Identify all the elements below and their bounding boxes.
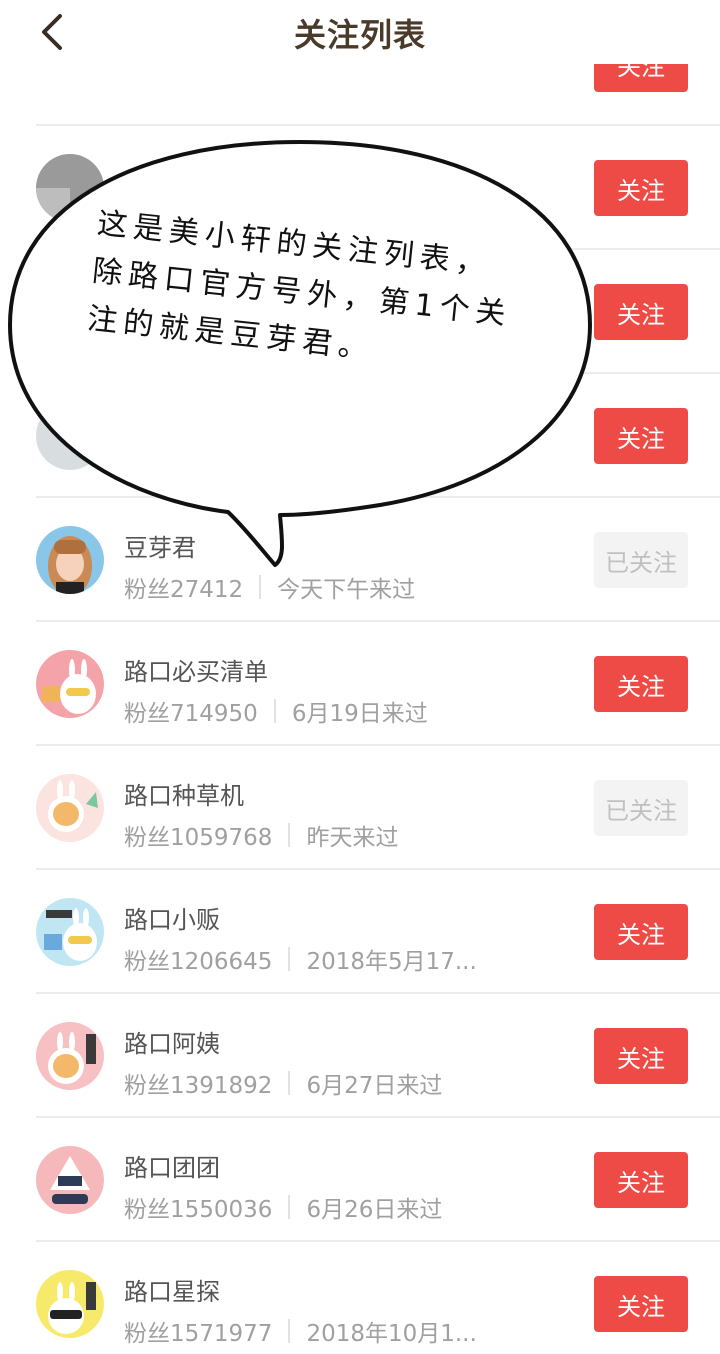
avatar xyxy=(36,1270,104,1338)
last-visit: 2018年5月17... xyxy=(306,949,477,975)
avatar xyxy=(36,154,104,222)
fans-count: 粉丝1550036 xyxy=(124,1197,273,1223)
list-item[interactable]: 路口必买清单 粉丝714950 6月19日来过 关注 xyxy=(0,622,720,746)
separator xyxy=(273,699,276,723)
avatar xyxy=(36,402,104,470)
user-name: 路口星探 xyxy=(124,1278,220,1306)
separator xyxy=(288,823,291,847)
list-item[interactable]: 路口阿姨 粉丝1391892 6月27日来过 关注 xyxy=(0,994,720,1118)
obscured-content xyxy=(300,150,332,190)
user-name: 路口小贩 xyxy=(124,906,220,934)
list-item[interactable]: 豆芽君 粉丝27412 今天下午来过 已关注 xyxy=(0,498,720,622)
user-name: 豆芽君 xyxy=(124,534,196,562)
list-item[interactable]: 路口星探 粉丝1571977 2018年10月1... 关注 xyxy=(0,1242,720,1354)
last-visit: 昨天来过 xyxy=(306,825,399,851)
user-meta: 粉丝1571977 2018年10月1... xyxy=(124,1314,477,1348)
last-visit: 6月27日来过 xyxy=(306,1073,443,1099)
list-item[interactable]: 路口小贩 粉丝1206645 2018年5月17... 关注 xyxy=(0,870,720,994)
user-meta: 粉丝1206645 2018年5月17... xyxy=(124,942,477,976)
list-item[interactable]: 路口团团 粉丝1550036 6月26日来过 关注 xyxy=(0,1118,720,1242)
last-visit: 6月26日来过 xyxy=(306,1197,443,1223)
user-name: 路口种草机 xyxy=(124,782,244,810)
fans-count: 粉丝1059768 xyxy=(124,825,273,851)
follow-button[interactable]: 关注 xyxy=(594,656,688,712)
avatar xyxy=(36,650,104,718)
user-name: 路口团团 xyxy=(124,1154,220,1182)
avatar xyxy=(36,526,104,594)
user-meta: 粉丝27412 今天下午来过 xyxy=(124,570,415,604)
header-bar: 关注列表 xyxy=(0,0,720,64)
last-visit: 6月19日来过 xyxy=(291,701,428,727)
avatar xyxy=(36,898,104,966)
list-item[interactable]: 关注 xyxy=(0,374,720,498)
follow-button[interactable]: 关注 xyxy=(594,904,688,960)
fans-count: 粉丝1571977 xyxy=(124,1321,273,1347)
user-meta: 粉丝1059768 昨天来过 xyxy=(124,818,398,852)
followed-button[interactable]: 已关注 xyxy=(594,532,688,588)
user-name: 路口必买清单 xyxy=(124,658,268,686)
fans-count: 粉丝1391892 xyxy=(124,1073,273,1099)
user-name: 路口阿姨 xyxy=(124,1030,220,1058)
follow-button[interactable]: 关注 xyxy=(594,284,688,340)
follow-button[interactable]: 关注 xyxy=(594,408,688,464)
separator xyxy=(288,1319,291,1343)
avatar xyxy=(36,1146,104,1214)
page-title: 关注列表 xyxy=(293,16,426,54)
user-meta: 粉丝1550036 6月26日来过 xyxy=(124,1190,442,1224)
user-meta: 粉丝1391892 6月27日来过 xyxy=(124,1066,442,1100)
follow-button[interactable]: 关注 xyxy=(594,1028,688,1084)
avatar xyxy=(36,774,104,842)
separator xyxy=(288,1195,291,1219)
obscured-content xyxy=(134,450,194,480)
follow-button[interactable]: 关注 xyxy=(594,1276,688,1332)
fans-count: 粉丝714950 xyxy=(124,701,258,727)
separator xyxy=(288,947,291,971)
list-item[interactable]: 路口种草机 粉丝1059768 昨天来过 已关注 xyxy=(0,746,720,870)
separator xyxy=(288,1071,291,1095)
separator xyxy=(259,575,262,599)
avatar xyxy=(36,1022,104,1090)
follow-button[interactable]: 关注 xyxy=(594,160,688,216)
last-visit: 2018年10月1... xyxy=(306,1321,477,1347)
last-visit: 今天下午来过 xyxy=(277,577,416,603)
followed-button[interactable]: 已关注 xyxy=(594,780,688,836)
fans-count: 粉丝1206645 xyxy=(124,949,273,975)
follow-button[interactable]: 关注 xyxy=(594,1152,688,1208)
fans-count: 粉丝27412 xyxy=(124,577,244,603)
user-meta: 粉丝714950 6月19日来过 xyxy=(124,694,428,728)
